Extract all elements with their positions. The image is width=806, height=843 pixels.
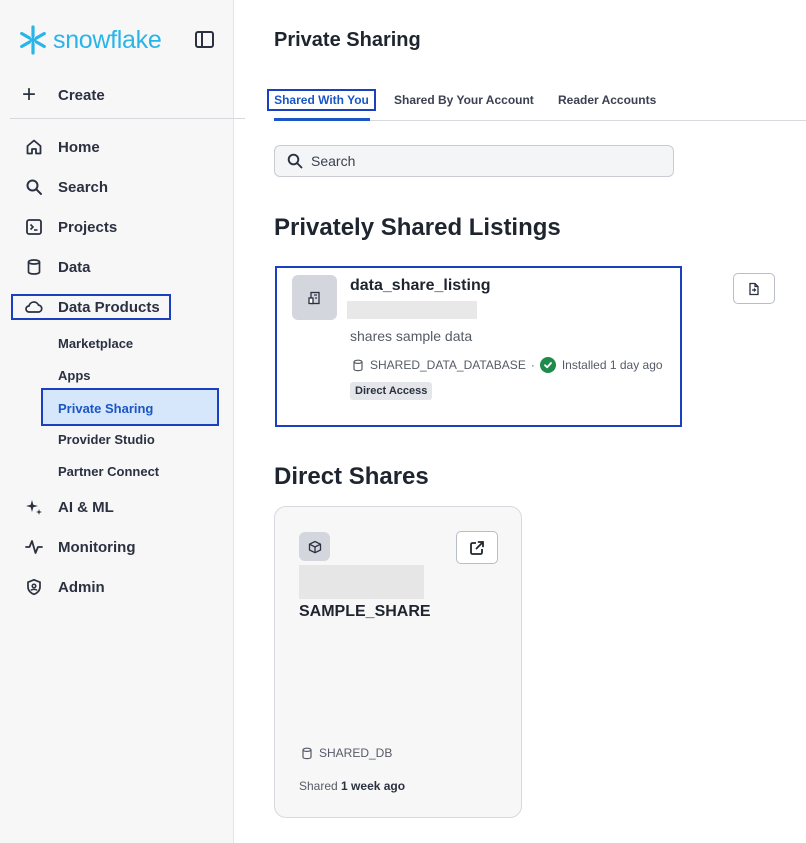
shared-when: 1 week ago — [341, 779, 406, 793]
sparkle-icon — [24, 497, 44, 517]
listing-status: Installed 1 day ago — [561, 358, 663, 372]
open-share-button[interactable] — [456, 531, 498, 564]
sidebar-item-data-products[interactable]: Data Products — [24, 297, 160, 317]
sidebar-subitem-label: Private Sharing — [58, 401, 154, 416]
share-database-name: SHARED_DB — [319, 746, 393, 760]
tab-shared-with-you[interactable]: Shared With You — [267, 89, 376, 111]
tab-shared-by-your-account[interactable]: Shared By Your Account — [394, 93, 534, 107]
tab-reader-accounts[interactable]: Reader Accounts — [558, 93, 656, 107]
listing-card[interactable]: data_share_listing shares sample data SH… — [275, 266, 682, 427]
sidebar-item-projects[interactable]: Projects — [24, 217, 117, 237]
sidebar-item-label: Data Products — [58, 298, 160, 316]
page-title: Private Sharing — [274, 29, 421, 51]
database-icon — [353, 359, 363, 371]
sidebar-divider — [10, 118, 245, 119]
sidebar-item-admin[interactable]: Admin — [24, 577, 105, 597]
sidebar-subitem-provider-studio[interactable]: Provider Studio — [58, 432, 155, 447]
sidebar-item-label: Monitoring — [58, 538, 136, 556]
cloud-icon — [24, 297, 44, 317]
direct-shares-heading: Direct Shares — [274, 463, 429, 490]
shield-icon — [24, 577, 44, 597]
search-box[interactable] — [274, 145, 674, 177]
listing-name[interactable]: data_share_listing — [350, 277, 491, 295]
sidebar-item-label: Admin — [58, 578, 105, 596]
sidebar-item-monitoring[interactable]: Monitoring — [24, 537, 135, 557]
snowflake-logo-icon — [20, 25, 46, 55]
sidebar-item-label: Home — [58, 138, 100, 156]
sidebar-subitem-private-sharing[interactable]: Private Sharing — [41, 388, 219, 426]
sidebar-subitem-apps[interactable]: Apps — [58, 368, 91, 383]
create-label: Create — [58, 86, 105, 104]
sidebar-item-ai-ml[interactable]: AI & ML — [24, 497, 114, 517]
sidebar-subitem-marketplace[interactable]: Marketplace — [58, 336, 133, 351]
brand-name: snowflake — [53, 25, 162, 54]
database-icon — [24, 257, 44, 277]
share-name: SAMPLE_SHARE — [299, 603, 431, 620]
snowflake-logo[interactable]: snowflake — [17, 24, 162, 56]
listing-thumbnail — [292, 275, 337, 320]
direct-access-badge: Direct Access — [350, 382, 433, 400]
sidebar-collapse-icon[interactable] — [195, 31, 214, 48]
share-database: SHARED_DB — [301, 746, 392, 760]
create-button[interactable]: + Create — [22, 81, 105, 108]
external-link-icon — [470, 540, 484, 555]
sidebar-item-label: Search — [58, 178, 109, 196]
share-timestamp: Shared 1 week ago — [299, 779, 405, 793]
listings-heading: Privately Shared Listings — [274, 214, 561, 241]
active-tab-indicator — [274, 118, 370, 121]
plus-icon: + — [22, 81, 37, 108]
sidebar: snowflake + Create Home Search Projects … — [0, 0, 245, 843]
copy-icon — [749, 282, 759, 295]
terminal-icon — [24, 217, 44, 237]
sidebar-item-search[interactable]: Search — [24, 177, 108, 197]
sidebar-item-data[interactable]: Data — [24, 257, 91, 277]
copy-button[interactable] — [733, 273, 775, 304]
sidebar-item-label: Data — [58, 258, 91, 276]
listing-description: shares sample data — [350, 328, 473, 344]
pulse-icon — [24, 537, 44, 557]
share-card[interactable]: SAMPLE_SHARE SHARED_DB Shared 1 week ago — [274, 506, 522, 818]
home-icon — [24, 137, 44, 157]
share-placeholder-bar — [299, 565, 424, 599]
listing-placeholder-bar — [347, 301, 477, 319]
listing-database: SHARED_DATA_DATABASE — [370, 358, 526, 372]
building-icon — [307, 291, 320, 304]
database-icon — [302, 747, 312, 759]
check-circle-icon — [539, 357, 556, 373]
search-input[interactable] — [311, 150, 661, 172]
listing-meta: SHARED_DATA_DATABASE · Installed 1 day a… — [352, 357, 663, 373]
shared-prefix: Shared — [299, 779, 338, 793]
search-icon — [287, 153, 303, 174]
cube-icon — [308, 540, 321, 553]
meta-separator: · — [530, 358, 535, 372]
sidebar-item-label: AI & ML — [58, 498, 114, 516]
sidebar-item-home[interactable]: Home — [24, 137, 100, 157]
share-thumbnail — [299, 532, 330, 561]
search-icon — [24, 177, 44, 197]
sidebar-subitem-partner-connect[interactable]: Partner Connect — [58, 464, 159, 479]
sidebar-item-label: Projects — [58, 218, 118, 236]
